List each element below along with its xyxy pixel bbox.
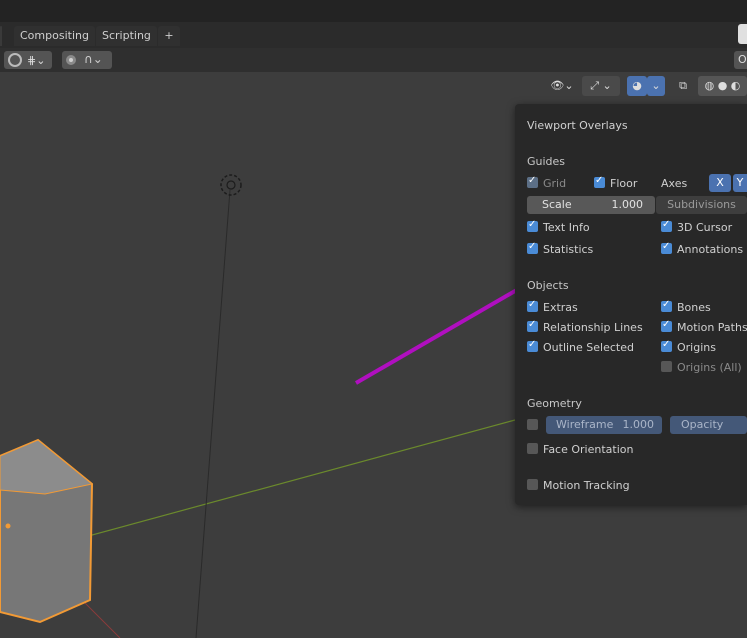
- relationship-lines-checkbox[interactable]: [527, 319, 538, 332]
- motion-tracking-checkbox[interactable]: [527, 479, 538, 490]
- scale-value: 1.000: [611, 198, 644, 211]
- text-info-label: Text Info: [543, 221, 590, 234]
- subdivisions-field[interactable]: Subdivisions: [656, 196, 747, 214]
- overlays-toggle[interactable]: ◕: [627, 76, 647, 96]
- opacity-field[interactable]: Opacity: [670, 416, 747, 434]
- wireframe-value: 1.000: [622, 418, 655, 431]
- statistics-checkbox[interactable]: [527, 241, 538, 254]
- motion-paths-label: Motion Paths: [677, 321, 747, 334]
- bones-checkbox[interactable]: [661, 299, 672, 312]
- motion-paths-checkbox[interactable]: [661, 319, 672, 332]
- face-orientation-checkbox[interactable]: [527, 443, 538, 454]
- popover-title: Viewport Overlays: [527, 119, 628, 132]
- 3d-cursor-label: 3D Cursor: [677, 221, 733, 234]
- 3d-cursor-checkbox[interactable]: [661, 219, 672, 232]
- extras-label: Extras: [543, 301, 578, 314]
- visibility-eye-icon[interactable]: 👁⌄: [546, 76, 578, 96]
- objects-header: Objects: [527, 279, 569, 292]
- annotations-checkbox[interactable]: [661, 241, 672, 254]
- wireframe-field[interactable]: Wireframe 1.000: [546, 416, 662, 434]
- overlays-dropdown-chevron-down-icon[interactable]: ⌄: [647, 76, 665, 96]
- guides-header: Guides: [527, 155, 566, 168]
- z-axis-line: [195, 189, 231, 638]
- floor-label: Floor: [610, 177, 638, 190]
- statistics-label: Statistics: [543, 243, 594, 256]
- outline-selected-label: Outline Selected: [543, 341, 634, 354]
- face-orientation-label: Face Orientation: [543, 443, 634, 456]
- shading-mode-icons[interactable]: ◍ ● ◐: [698, 76, 747, 96]
- axis-y-toggle[interactable]: Y: [733, 174, 747, 192]
- geometry-header: Geometry: [527, 397, 582, 410]
- floor-checkbox[interactable]: [594, 175, 605, 188]
- origins-all-label: Origins (All): [677, 361, 742, 374]
- axes-label: Axes: [661, 177, 688, 190]
- bones-label: Bones: [677, 301, 711, 314]
- selected-cube: [0, 438, 94, 624]
- wireframe-checkbox[interactable]: [527, 419, 538, 430]
- wireframe-label: Wireframe: [556, 418, 614, 431]
- axis-x-toggle[interactable]: X: [709, 174, 731, 192]
- motion-tracking-label: Motion Tracking: [543, 479, 630, 492]
- opacity-label: Opacity: [681, 418, 724, 431]
- origins-label: Origins: [677, 341, 716, 354]
- grid-checkbox[interactable]: [527, 175, 538, 188]
- outline-selected-checkbox[interactable]: [527, 339, 538, 352]
- scale-label: Scale: [542, 198, 572, 211]
- xray-toggle-icon[interactable]: ⧉: [673, 76, 693, 96]
- scale-field[interactable]: Scale 1.000: [527, 196, 655, 214]
- origins-checkbox[interactable]: [661, 339, 672, 352]
- gizmo-toggle[interactable]: ⤢ ⌄: [582, 76, 620, 96]
- grid-label: Grid: [543, 177, 567, 190]
- text-info-checkbox[interactable]: [527, 219, 538, 232]
- relationship-lines-label: Relationship Lines: [543, 321, 643, 334]
- 3d-cursor-icon: [220, 174, 242, 196]
- annotations-label: Annotations: [677, 243, 744, 256]
- origins-all-checkbox[interactable]: [661, 361, 672, 372]
- extras-checkbox[interactable]: [527, 299, 538, 312]
